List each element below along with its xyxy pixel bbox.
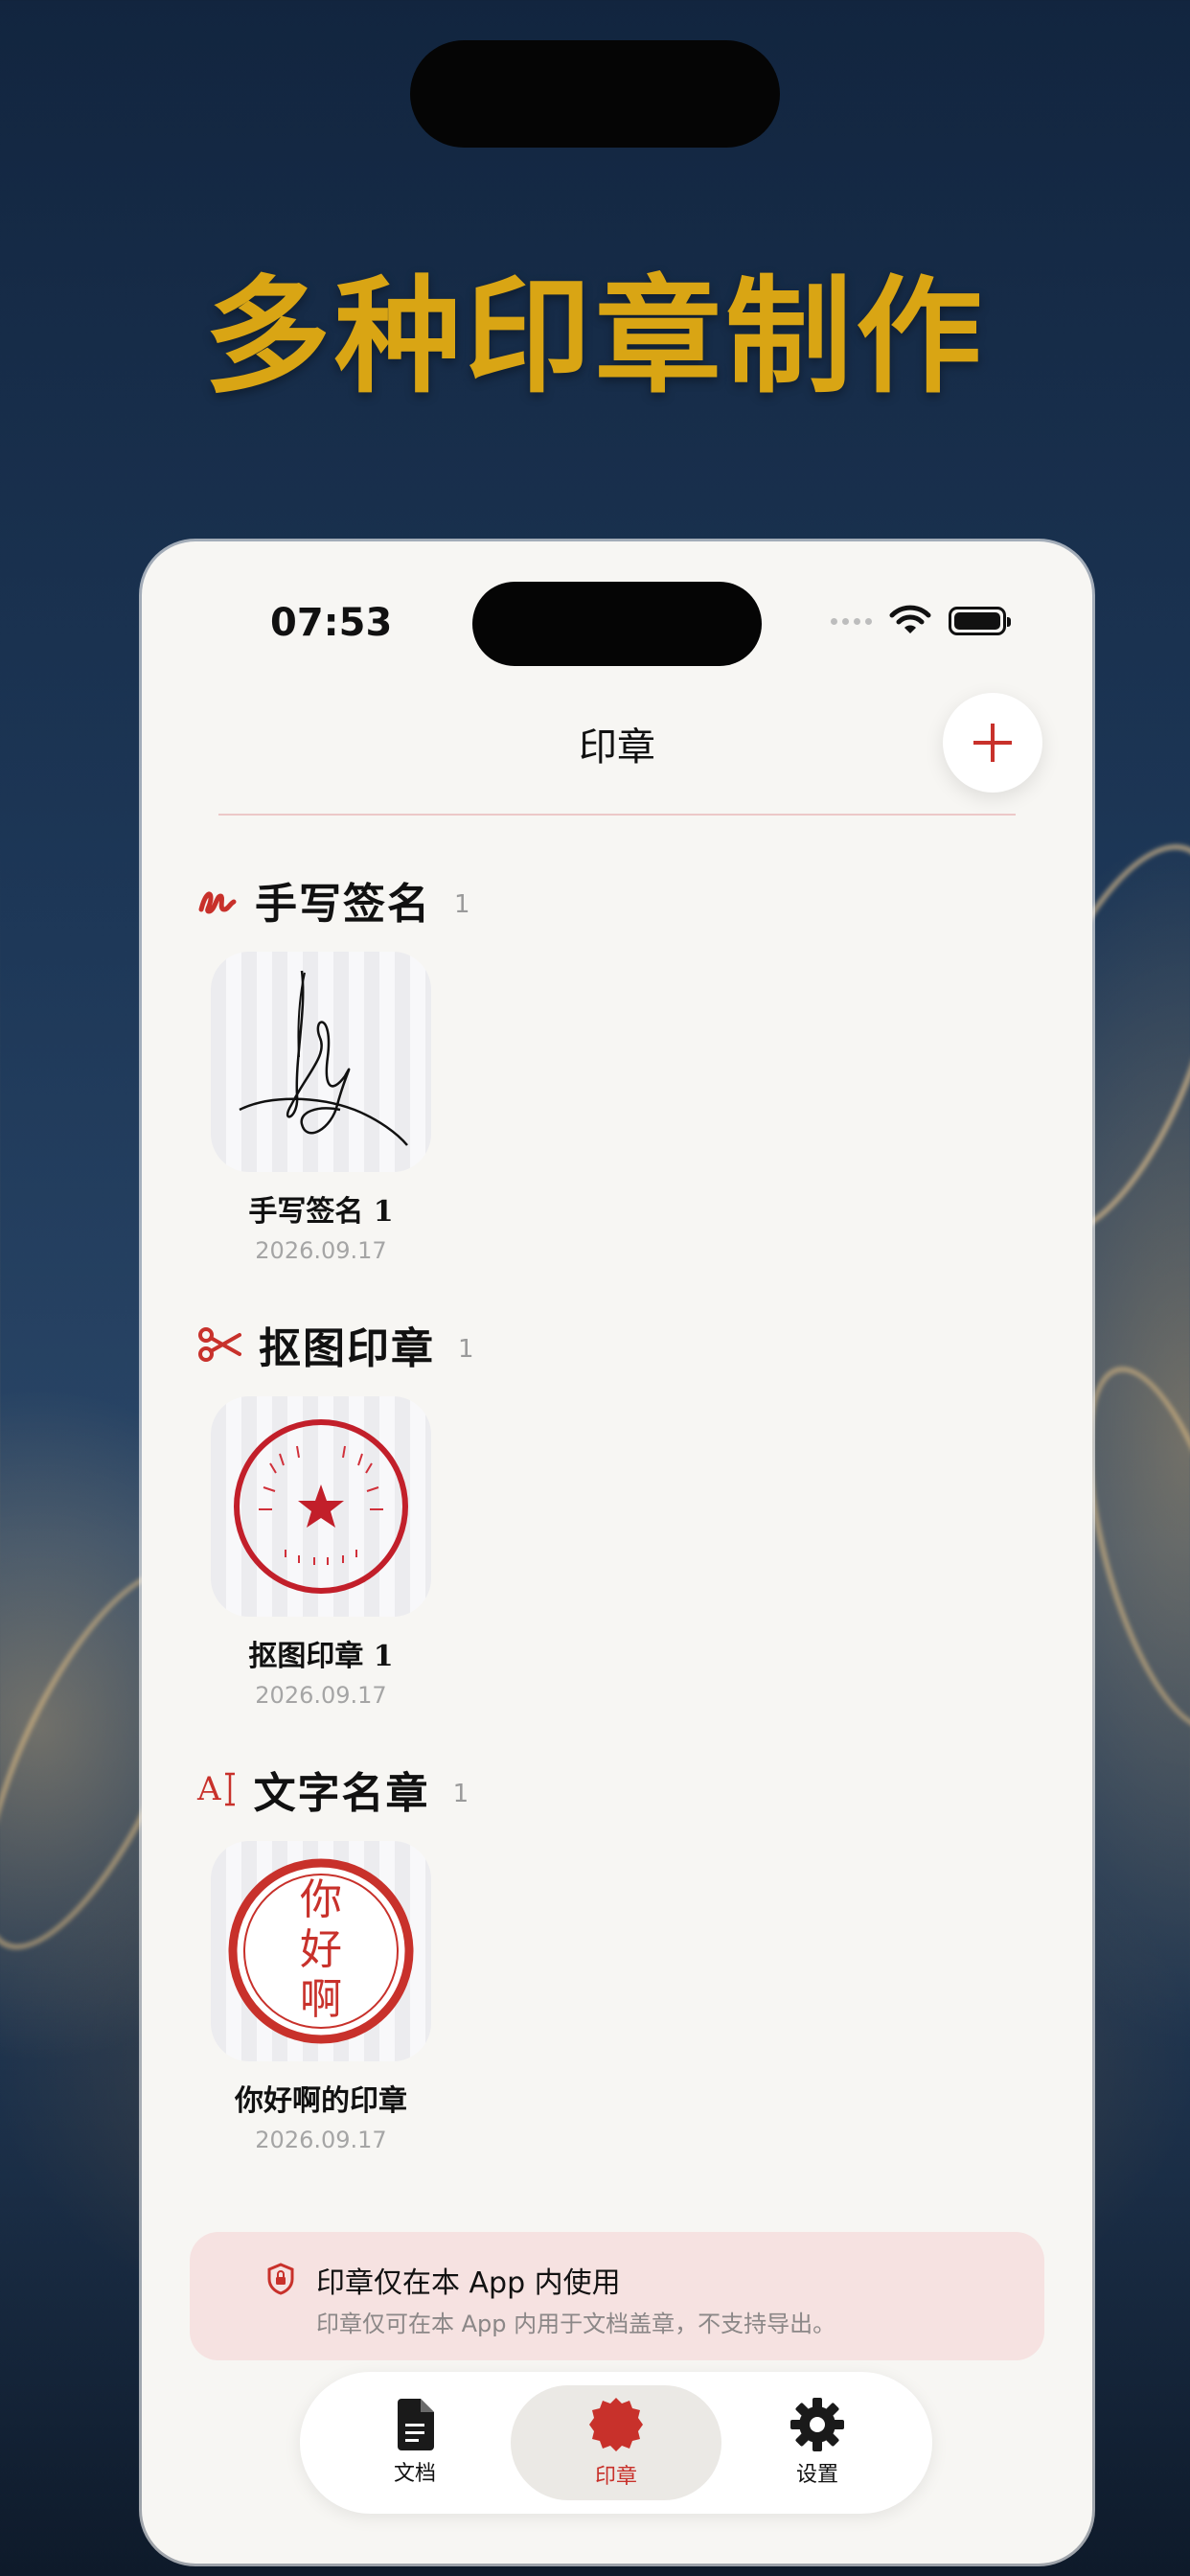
notice-description: 印章仅可在本 App 内用于文档盖章，不支持导出。 — [316, 2311, 836, 2337]
tab-label: 印章 — [594, 2465, 637, 2489]
seal-name: 你好啊的印章 — [235, 2084, 407, 2118]
seal-thumbnail — [211, 952, 431, 1172]
seal-char: 好 — [300, 1925, 342, 1974]
outer-dynamic-island — [410, 40, 780, 148]
gear-icon — [790, 2398, 844, 2451]
shield-lock-icon — [267, 2263, 294, 2295]
seal-card-cutout[interactable]: 抠图印章 1 2026.09.17 — [211, 1396, 431, 1709]
seal-text: 你 好 啊 — [211, 1875, 431, 2025]
status-time: 07:53 — [270, 601, 393, 645]
tab-label: 设置 — [795, 2463, 838, 2487]
headline: 多种印章制作 — [204, 264, 986, 411]
seal-card-signature[interactable]: 手写签名 1 2026.09.17 — [211, 952, 431, 1264]
seal-date: 2026.09.17 — [255, 2127, 387, 2153]
add-seal-button[interactable] — [943, 693, 1042, 793]
wifi-icon — [889, 605, 931, 633]
usage-notice: 印章仅在本 App 内使用 印章仅可在本 App 内用于文档盖章，不支持导出。 — [190, 2232, 1044, 2360]
text-format-icon: A — [197, 1770, 237, 1808]
header-divider — [218, 814, 1016, 816]
section-count: 1 — [454, 890, 470, 919]
section-header-cutout: 抠图印章 1 — [197, 1314, 474, 1375]
seal-date: 2026.09.17 — [255, 1682, 387, 1709]
seal-name: 手写签名 1 — [248, 1195, 394, 1229]
signature-icon — [198, 891, 237, 914]
cellular-signal-icon — [831, 617, 872, 625]
tab-bar: 文档 印章 设置 — [300, 2372, 932, 2514]
handwritten-signature-image — [239, 970, 408, 1146]
seal-icon — [589, 2398, 643, 2451]
seal-thumbnail — [211, 1396, 431, 1617]
seal-name: 抠图印章 1 — [248, 1640, 394, 1673]
status-icons — [831, 605, 1011, 637]
scissors-icon — [198, 1327, 241, 1362]
plus-icon — [973, 724, 1012, 762]
dynamic-island — [472, 582, 762, 666]
tab-seals[interactable]: 印章 — [511, 2385, 721, 2500]
section-count: 1 — [452, 1780, 469, 1808]
section-title: 抠图印章 — [259, 1324, 435, 1373]
tab-label: 文档 — [393, 2462, 436, 2486]
section-header-signature: 手写签名 1 — [197, 869, 470, 931]
section-header-text-seal: A 文字名章 1 — [197, 1759, 469, 1820]
tab-documents[interactable]: 文档 — [309, 2385, 520, 2500]
section-count: 1 — [458, 1335, 474, 1364]
section-title: 手写签名 — [255, 880, 431, 929]
seal-card-text[interactable]: 你 好 啊 你好啊的印章 2026.09.17 — [211, 1841, 431, 2153]
text-cursor-icon — [224, 1772, 235, 1806]
round-seal-image — [234, 1419, 408, 1594]
section-title: 文字名章 — [253, 1769, 430, 1818]
phone-screen: 07:53 印章 手写签名 1 手写签名 1 2026.09.17 抠图印章 1… — [142, 541, 1092, 2564]
battery-icon — [949, 607, 1011, 635]
tab-settings[interactable]: 设置 — [712, 2385, 923, 2500]
seal-char: 啊 — [300, 1975, 342, 2024]
seal-thumbnail: 你 好 啊 — [211, 1841, 431, 2061]
seal-char: 你 — [300, 1875, 342, 1924]
notice-title: 印章仅在本 App 内使用 — [316, 2266, 621, 2300]
seal-date: 2026.09.17 — [255, 1237, 387, 1264]
document-icon — [398, 2399, 434, 2450]
